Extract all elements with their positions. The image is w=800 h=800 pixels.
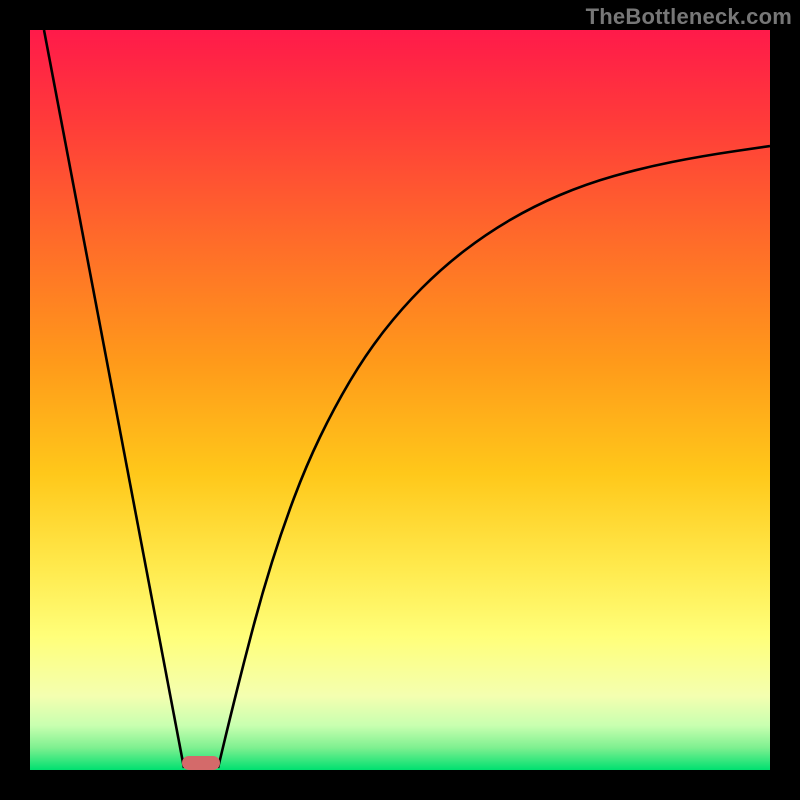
left-segment-path: [44, 30, 184, 768]
chart-frame: TheBottleneck.com: [0, 0, 800, 800]
watermark-text: TheBottleneck.com: [586, 4, 792, 30]
plot-area: [30, 30, 770, 770]
curve-layer: [30, 30, 770, 770]
right-curve-path: [218, 146, 770, 768]
seed-marker: [182, 756, 220, 770]
